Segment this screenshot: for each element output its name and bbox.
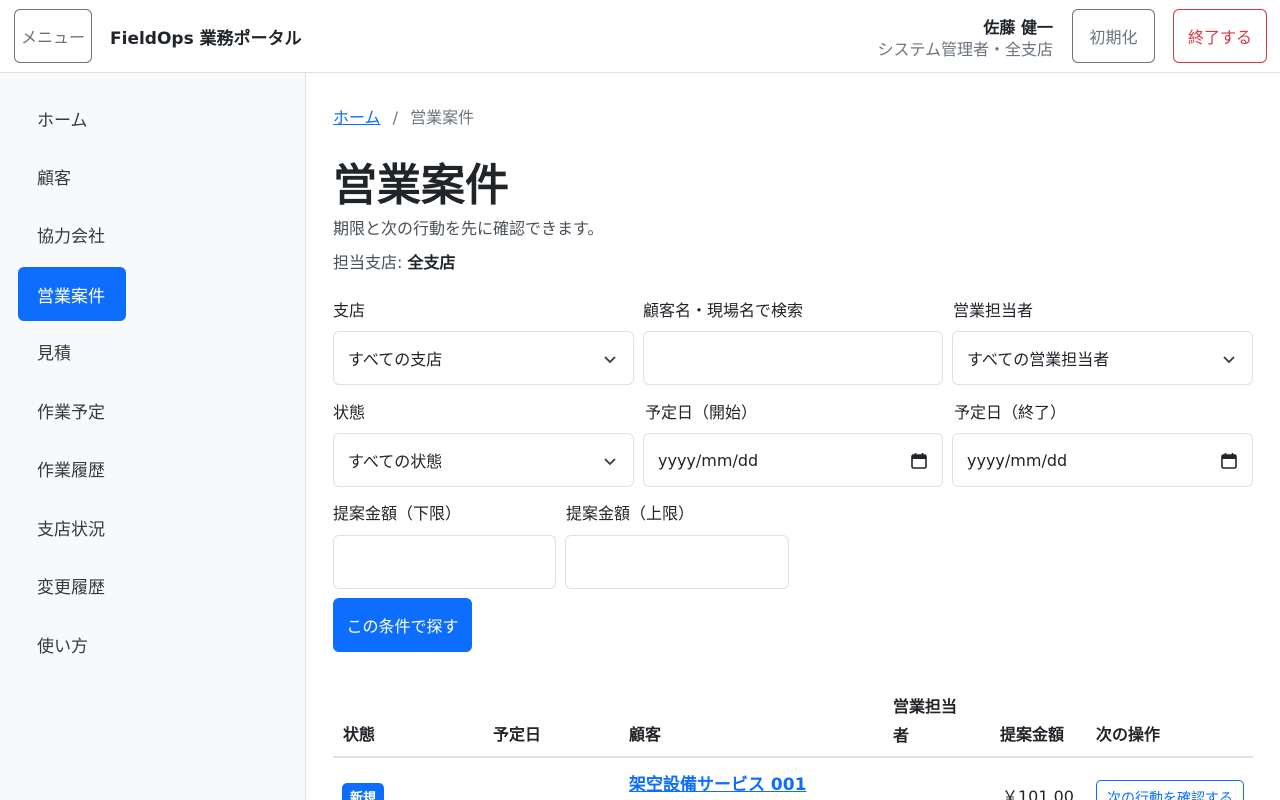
chevron-down-icon <box>1223 356 1235 364</box>
assigned-branch-value: 全支店 <box>407 253 456 272</box>
breadcrumb-separator: / <box>392 108 399 127</box>
exit-button[interactable]: 終了する <box>1173 9 1267 63</box>
status-select-value: すべての状態 <box>348 452 443 471</box>
page-subtitle: 期限と次の行動を先に確認できます。 <box>333 219 604 238</box>
amount-max-input[interactable] <box>565 535 789 589</box>
sidebar: ホーム 顧客 協力会社 営業案件 見積 作業予定 作業履歴 支店状況 変更履歴 … <box>0 73 306 800</box>
chevron-down-icon <box>604 458 616 466</box>
breadcrumb: ホーム / 営業案件 <box>333 104 474 128</box>
status-select[interactable]: すべての状態 <box>333 433 634 487</box>
customer-link[interactable]: 架空設備サービス 001 <box>629 770 806 795</box>
sidebar-item-partners[interactable]: 協力会社 <box>18 207 124 261</box>
search-input[interactable] <box>643 331 943 385</box>
sidebar-item-home[interactable]: ホーム <box>18 91 107 145</box>
date-from-value: yyyy/mm/dd <box>658 450 759 470</box>
assigned-branch-label: 担当支店: <box>333 253 408 272</box>
sidebar-item-estimates[interactable]: 見積 <box>18 324 90 378</box>
next-action-button[interactable]: 次の行動を確認する <box>1096 780 1244 800</box>
sidebar-item-change-history[interactable]: 変更履歴 <box>18 558 124 612</box>
column-header-owner-line2: 者 <box>893 726 910 745</box>
reset-button[interactable]: 初期化 <box>1072 9 1155 63</box>
owner-select[interactable]: すべての営業担当者 <box>952 331 1253 385</box>
calendar-icon[interactable] <box>1220 452 1238 470</box>
owner-filter-label: 営業担当者 <box>953 301 1034 320</box>
column-header-status[interactable]: 状態 <box>343 721 375 745</box>
date-from-label: 予定日（開始） <box>645 403 758 422</box>
top-bar: メニュー FieldOps 業務ポータル 佐藤 健一 システム管理者・全支店 初… <box>0 0 1280 73</box>
column-header-customer[interactable]: 顧客 <box>629 721 661 745</box>
branch-select[interactable]: すべての支店 <box>333 331 634 385</box>
status-filter-label: 状態 <box>333 403 366 422</box>
amount-value: ￥101,00 <box>1002 787 1074 800</box>
date-to-value: yyyy/mm/dd <box>967 450 1068 470</box>
page-title: 営業案件 <box>333 160 509 211</box>
sidebar-item-help[interactable]: 使い方 <box>18 617 107 671</box>
calendar-icon[interactable] <box>910 452 928 470</box>
app-title: FieldOps 業務ポータル <box>110 29 302 49</box>
sidebar-item-work-history[interactable]: 作業履歴 <box>18 441 124 495</box>
owner-select-value: すべての営業担当者 <box>967 350 1110 369</box>
date-to-label: 予定日（終了） <box>954 403 1067 422</box>
amount-min-label: 提案金額（下限） <box>333 504 462 523</box>
branch-select-value: すべての支店 <box>348 350 443 369</box>
date-from-input[interactable]: yyyy/mm/dd <box>643 433 943 487</box>
breadcrumb-home-link[interactable]: ホーム <box>333 108 381 127</box>
sidebar-item-sales-deals[interactable]: 営業案件 <box>18 267 126 321</box>
branch-filter-label: 支店 <box>333 301 366 320</box>
sidebar-item-customers[interactable]: 顧客 <box>18 149 90 203</box>
amount-min-input[interactable] <box>333 535 556 589</box>
search-label: 顧客名・現場名で検索 <box>643 301 804 320</box>
column-header-action: 次の操作 <box>1096 725 1161 744</box>
amount-max-label: 提案金額（上限） <box>566 504 695 523</box>
sidebar-item-work-schedule[interactable]: 作業予定 <box>18 383 124 437</box>
status-badge: 新規 <box>342 783 385 800</box>
user-name: 佐藤 健一 <box>983 18 1053 37</box>
date-to-input[interactable]: yyyy/mm/dd <box>952 433 1253 487</box>
main-content: ホーム / 営業案件 営業案件 期限と次の行動を先に確認できます。 担当支店: … <box>306 73 1280 800</box>
assigned-branch: 担当支店: 全支店 <box>333 249 456 273</box>
user-role: システム管理者・全支店 <box>877 40 1053 59</box>
chevron-down-icon <box>604 356 616 364</box>
table-header-divider <box>333 756 1253 758</box>
results-table: 状態 予定日 顧客 営業担当 者 提案金額 次の操作 新規 架空設備サービス 0… <box>333 679 1253 800</box>
column-header-amount[interactable]: 提案金額 <box>1000 721 1064 745</box>
breadcrumb-current: 営業案件 <box>410 108 475 127</box>
sidebar-item-branch-status[interactable]: 支店状況 <box>18 500 124 554</box>
column-header-owner-line1: 営業担当 <box>893 697 958 716</box>
column-header-owner[interactable]: 営業担当 者 <box>893 692 957 750</box>
search-button[interactable]: この条件で探す <box>333 598 472 652</box>
menu-button[interactable]: メニュー <box>14 9 92 63</box>
column-header-date[interactable]: 予定日 <box>493 721 541 745</box>
